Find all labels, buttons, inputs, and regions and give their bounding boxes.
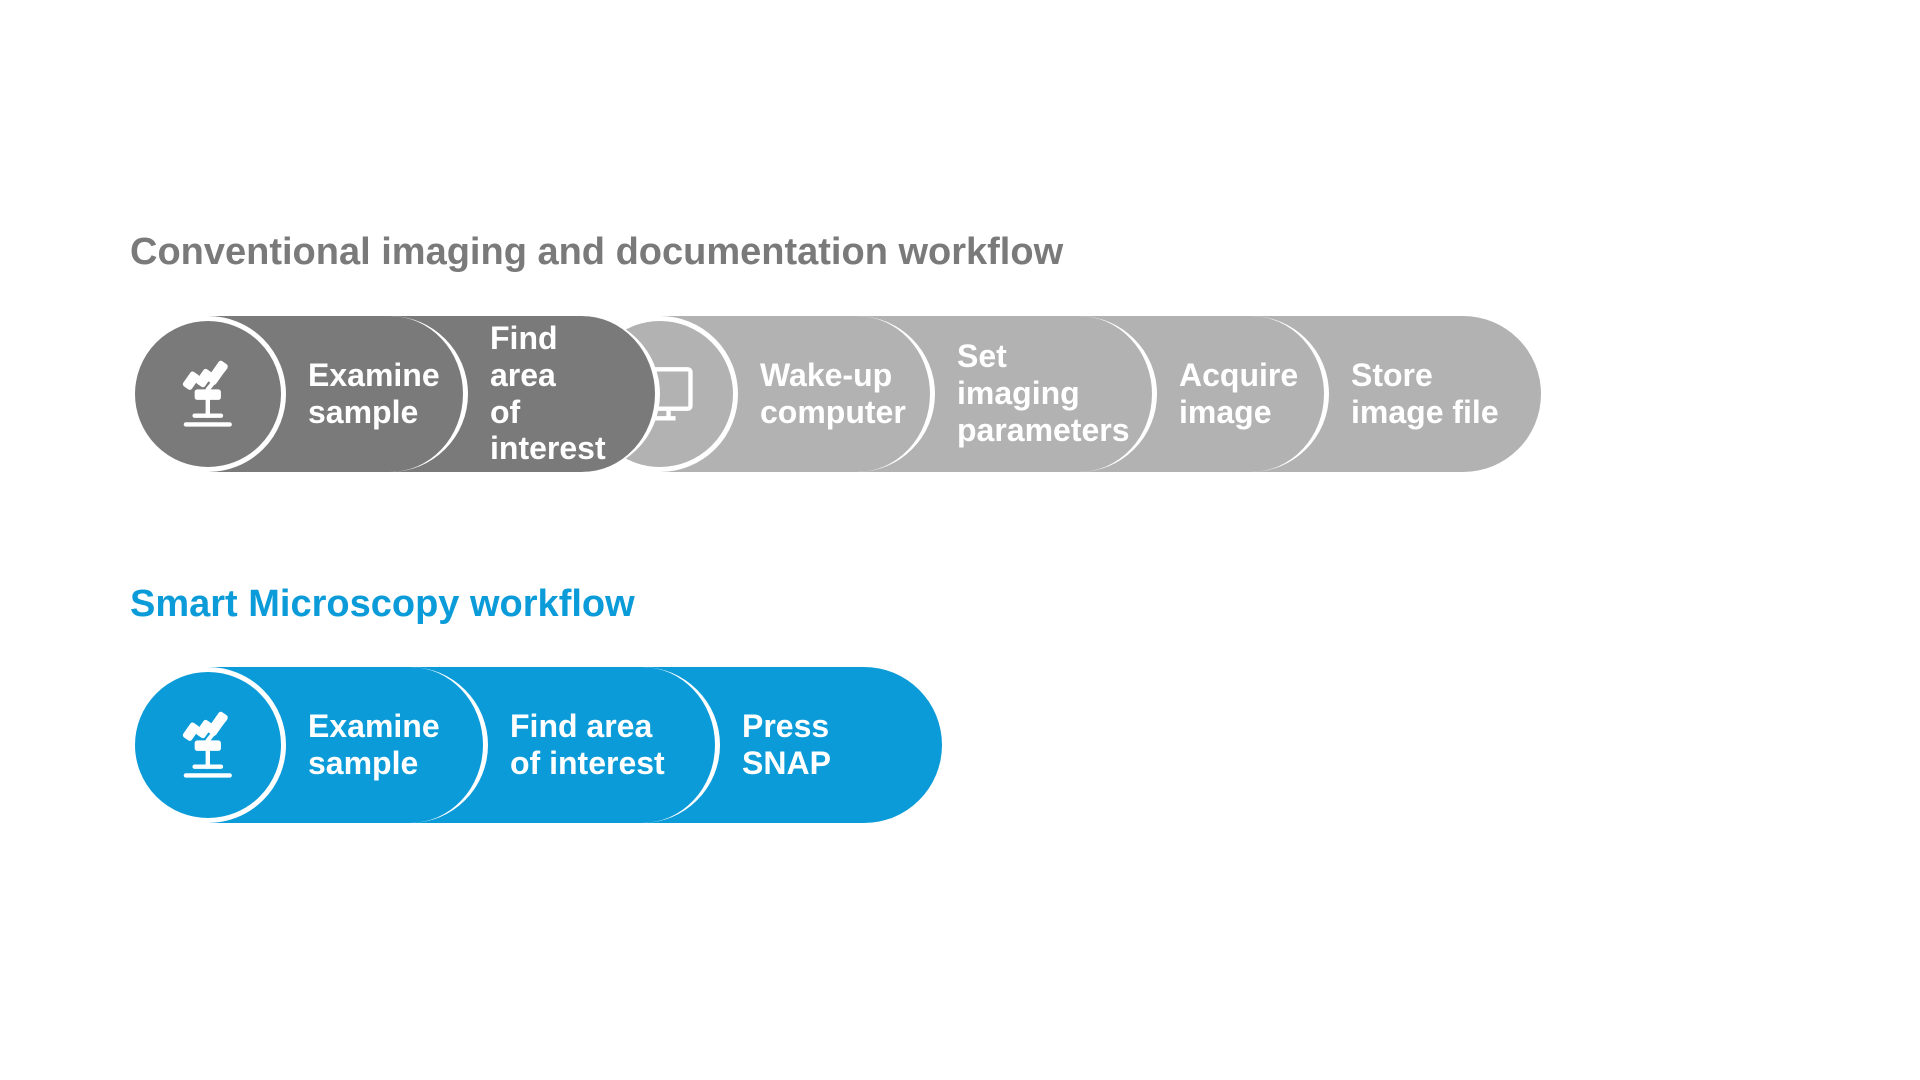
microscope-icon: [130, 316, 286, 472]
diagram-container: Conventional imaging and documentation w…: [130, 230, 1850, 933]
smart-workflow: Examine sample Find area of interest Pre…: [130, 667, 1850, 823]
conventional-title: Conventional imaging and documentation w…: [130, 230, 1850, 276]
smart-title: Smart Microscopy workflow: [130, 582, 1850, 628]
microscope-icon: [130, 667, 286, 823]
conventional-workflow: Examine sample Find area of interest Wak…: [130, 316, 1850, 472]
